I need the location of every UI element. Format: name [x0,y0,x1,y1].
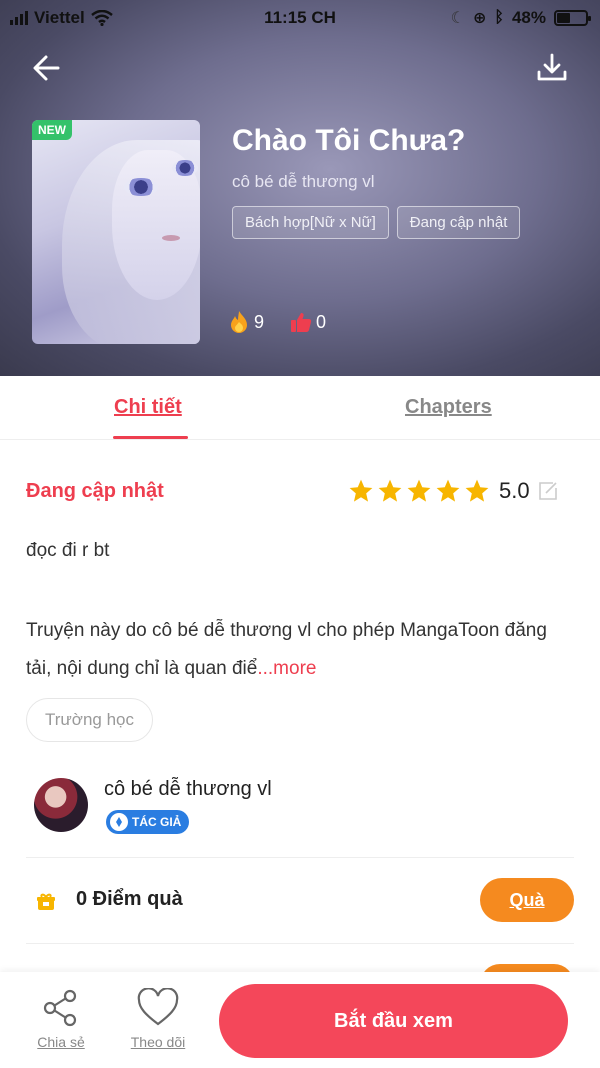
follow-button[interactable]: Theo dõi [126,988,190,1050]
author-row[interactable]: cô bé dễ thương vl TÁC GIẢ [26,772,574,858]
comic-author: cô bé dễ thương vl [232,172,375,191]
like-count: 0 [316,311,327,332]
bottom-action-bar: Chia sẻ Theo dõi Bắt đầu xem [0,972,600,1068]
hero-header: Viettel 11:15 CH ☾ ⊕ ᛒ 48% NEW Chào Tôi … [0,0,600,376]
heart-icon [137,988,179,1026]
genre-list: Bách hợp[Nữ x Nữ] Đang cập nhật [232,206,521,239]
fire-icon [231,311,247,333]
comic-title: Chào Tôi Chưa? [232,124,466,157]
star-icon [378,479,402,502]
edit-rating-icon[interactable] [537,480,559,502]
avatar[interactable] [34,778,88,832]
gift-icon [37,893,55,910]
star-rating [348,478,490,504]
cover-image[interactable]: NEW [32,120,200,344]
rotation-lock-icon: ⊕ [472,10,487,27]
back-button[interactable] [28,50,68,86]
more-link[interactable]: ...more [257,658,316,679]
thumbs-up-icon [291,313,312,332]
new-badge: NEW [32,120,72,140]
star-icon [349,479,373,502]
rating[interactable]: 5.0 [348,478,559,504]
follow-label: Theo dõi [130,1034,186,1050]
battery-icon [554,10,591,26]
author-badge: TÁC GIẢ [106,810,190,834]
star-icon [407,479,431,502]
download-icon [537,53,567,81]
tab-bar: Chi tiết Chapters [0,376,600,440]
rating-score: 5.0 [499,478,530,503]
share-icon [43,989,77,1027]
genre-tag[interactable]: Đang cập nhật [396,206,521,239]
star-icon [436,479,460,502]
update-status: Đang cập nhật [26,480,164,502]
start-reading-button[interactable]: Bắt đầu xem [219,984,568,1058]
tab-chapters[interactable]: Chapters [405,396,492,419]
fire-count: 9 [254,311,265,332]
star-icon [465,479,489,502]
tag-chip[interactable]: Trường học [26,698,153,742]
moon-icon: ☾ [450,10,465,27]
gift-button[interactable]: Quà [480,878,574,922]
stats-row: 9 0 [228,310,326,334]
gift-row: 0 Điểm quà Quà [26,858,574,944]
bluetooth-icon: ᛒ [494,9,504,26]
long-description: Truyện này do cô bé dễ thương vl cho phé… [26,612,574,688]
download-button[interactable] [534,50,570,86]
short-description: đọc đi r bt [26,540,110,561]
pen-icon [110,813,128,831]
author-name: cô bé dễ thương vl [104,778,272,800]
status-bar: Viettel 11:15 CH ☾ ⊕ ᛒ 48% [0,0,600,36]
share-button[interactable]: Chia sẻ [34,988,88,1050]
battery-percent: 48% [511,8,546,27]
arrow-left-icon [33,55,60,81]
gift-points: 0 Điểm quà [76,888,183,910]
author-badge-label: TÁC GIẢ [132,815,182,829]
share-label: Chia sẻ [37,1034,85,1050]
tab-indicator [113,436,188,439]
genre-tag[interactable]: Bách hợp[Nữ x Nữ] [232,206,389,239]
tab-detail[interactable]: Chi tiết [114,396,182,419]
